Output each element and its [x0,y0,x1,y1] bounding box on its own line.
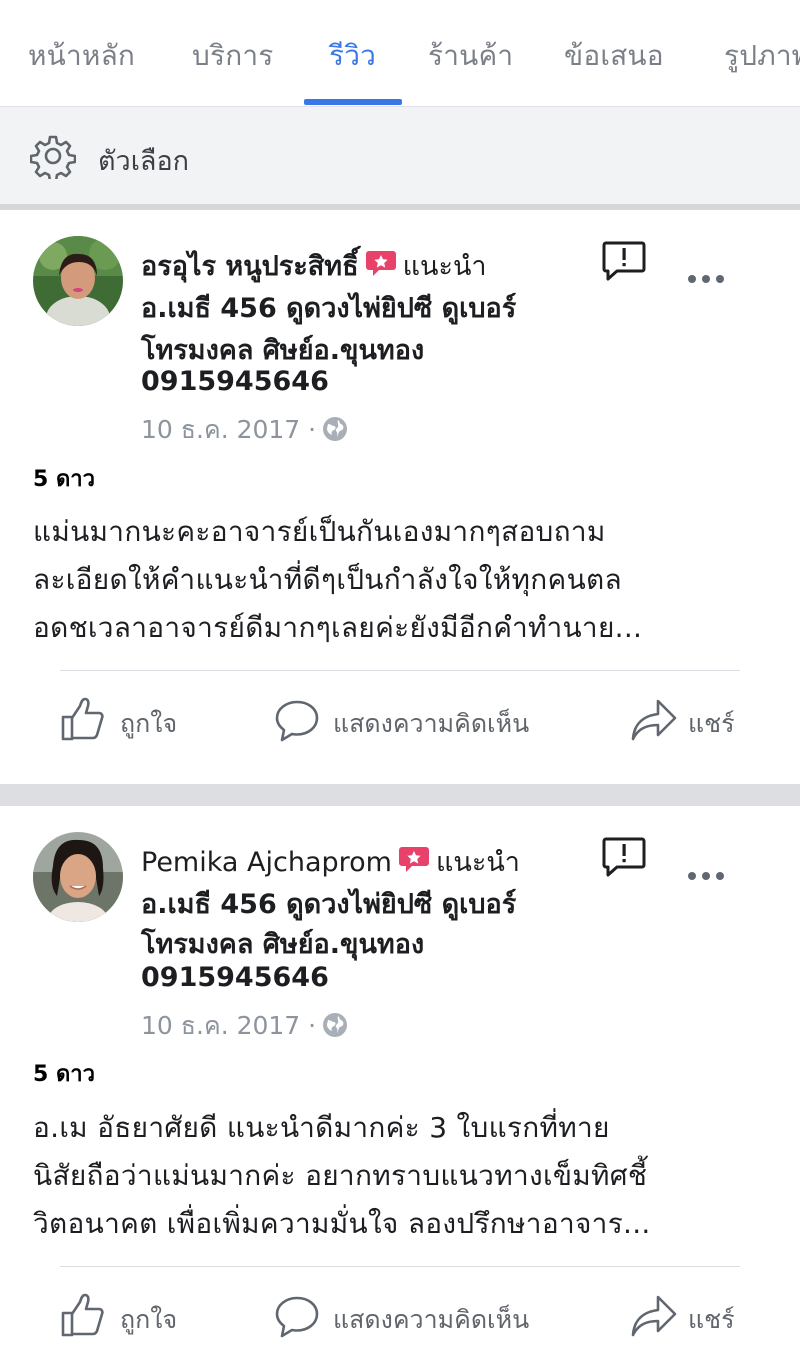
recommend-label: แนะนำ [435,847,520,878]
like-button[interactable]: ถูกใจ [120,704,177,744]
avatar[interactable] [33,832,123,922]
like-button[interactable]: ถูกใจ [120,1300,177,1340]
globe-icon [323,417,348,441]
report-icon[interactable] [601,836,647,878]
page-name-line[interactable]: 0915945646 [141,366,329,397]
review-card: อรอุไร หนูประสิทธิ์ แนะนำ อ.เมธี 456 ดูด… [0,210,800,784]
active-tab-indicator [304,99,402,105]
review-author[interactable]: Pemika Ajchaprom [141,847,392,878]
comment-icon[interactable] [274,698,320,744]
tab-photos[interactable]: รูปภาพ [724,34,800,78]
tab-home[interactable]: หน้าหลัก [28,34,135,78]
review-meta: 10 ธ.ค. 2017 · [141,410,348,450]
review-text-line: อ.เม อัธยาศัยดี แนะนำดีมากค่ะ 3 ใบแรกที่… [33,1111,610,1144]
tab-shop[interactable]: ร้านค้า [428,34,513,78]
review-date[interactable]: 10 ธ.ค. 2017 [141,1011,300,1040]
report-icon[interactable] [601,240,647,282]
recommend-badge-icon [365,251,396,276]
more-options-icon[interactable] [686,273,726,285]
avatar[interactable] [33,236,123,326]
globe-icon [323,1013,348,1037]
more-options-icon[interactable] [686,870,726,882]
like-icon[interactable] [60,1293,106,1339]
review-text-line: แม่นมากนะคะอาจารย์เป็นกันเองมากๆสอบถาม [33,515,606,548]
share-button[interactable]: แชร์ [688,704,735,744]
review-text-line: นิสัยถือว่าแม่นมากค่ะ อยากทราบแนวทางเข็ม… [33,1159,648,1192]
page-name-line[interactable]: โทรมงคล ศิษย์อ.ขุนทอง [141,328,424,371]
recommend-badge-icon [398,847,429,872]
review-text-line[interactable]: อดชเวลาอาจารย์ดีมากๆเลยค่ะยังมีอีกคำทำนา… [33,606,642,650]
action-divider [60,670,740,671]
review-date[interactable]: 10 ธ.ค. 2017 [141,415,300,444]
options-bar[interactable]: ตัวเลือก [0,106,800,204]
star-rating: 5 ดาว [33,1062,95,1087]
comment-button[interactable]: แสดงความคิดเห็น [333,704,529,744]
share-icon[interactable] [630,698,678,742]
review-text-line: ละเอียดให้คำแนะนำที่ดีๆเป็นกำลังใจให้ทุก… [33,563,622,596]
review-card: Pemika Ajchaprom แนะนำ อ.เมธี 456 ดูดวงไ… [0,806,800,1352]
tab-bar: หน้าหลัก บริการ รีวิว ร้านค้า ข้อเสนอ รู… [0,0,800,106]
review-text-line[interactable]: วิตอนาคต เพื่อเพิ่มความมั่นใจ ลองปรึกษาอ… [33,1202,651,1246]
review-author-line: อรอุไร หนูประสิทธิ์ แนะนำ [141,244,487,287]
tab-reviews[interactable]: รีวิว [329,34,376,78]
page-name-line[interactable]: อ.เมธี 456 ดูดวงไพ่ยิปซี ดูเบอร์ [141,286,516,329]
comment-button[interactable]: แสดงความคิดเห็น [333,1300,529,1340]
card-separator [0,784,800,806]
page-name-line[interactable]: 0915945646 [141,962,329,993]
like-icon[interactable] [60,697,106,743]
recommend-label: แนะนำ [402,251,487,282]
page-name-line[interactable]: อ.เมธี 456 ดูดวงไพ่ยิปซี ดูเบอร์ [141,882,516,925]
options-label: ตัวเลือก [98,146,190,177]
action-divider [60,1266,740,1267]
meta-separator: · [308,1011,317,1040]
gear-icon [30,135,76,179]
share-button[interactable]: แชร์ [688,1300,735,1340]
review-author[interactable]: อรอุไร หนูประสิทธิ์ [141,251,359,282]
tab-offers[interactable]: ข้อเสนอ [564,34,664,78]
review-author-line: Pemika Ajchaprom แนะนำ [141,840,520,883]
share-icon[interactable] [630,1294,678,1338]
review-meta: 10 ธ.ค. 2017 · [141,1006,348,1046]
meta-separator: · [308,415,317,444]
star-rating: 5 ดาว [33,467,95,492]
page-name-line[interactable]: โทรมงคล ศิษย์อ.ขุนทอง [141,922,424,965]
comment-icon[interactable] [274,1294,320,1340]
tab-services[interactable]: บริการ [192,34,274,78]
